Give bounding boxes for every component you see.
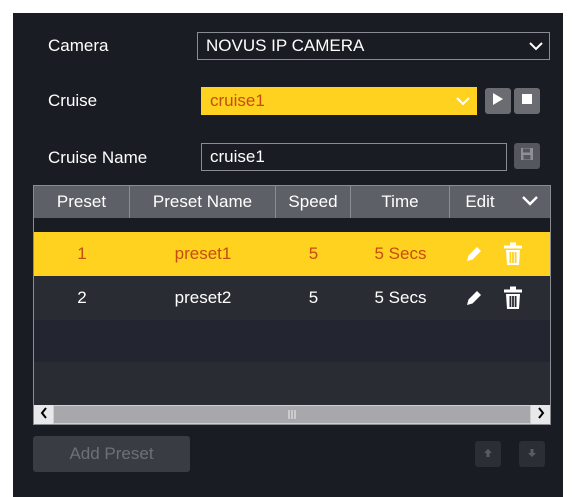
cruise-select[interactable]: cruise1	[201, 87, 477, 115]
column-menu-button[interactable]	[510, 186, 550, 218]
preset-number: 2	[77, 288, 87, 307]
trash-icon	[503, 286, 523, 314]
delete-preset-button[interactable]	[503, 242, 523, 271]
table-row[interactable]: 2 preset2 5 5 Secs	[34, 276, 550, 320]
arrow-up-icon	[483, 445, 493, 463]
add-preset-button[interactable]: Add Preset	[33, 436, 190, 472]
scroll-left-button[interactable]	[34, 405, 53, 424]
stop-icon	[521, 92, 533, 110]
grip-icon	[288, 406, 296, 424]
play-cruise-button[interactable]	[485, 88, 511, 114]
move-down-button[interactable]	[519, 441, 545, 467]
cruise-name-value: cruise1	[210, 147, 265, 166]
column-header-preset: Preset	[34, 186, 130, 218]
preset-name: preset2	[174, 288, 232, 307]
preset-speed: 5	[308, 288, 319, 307]
cruise-label: Cruise	[48, 91, 98, 110]
chevron-down-icon	[522, 193, 538, 211]
scrollbar-thumb[interactable]	[54, 406, 530, 423]
empty-row	[34, 362, 550, 405]
preset-number: 1	[77, 244, 87, 263]
save-icon	[520, 147, 534, 166]
cruise-select-value: cruise1	[210, 91, 265, 110]
horizontal-scrollbar[interactable]	[34, 405, 550, 424]
column-header-edit: Edit	[465, 192, 495, 211]
column-header-preset-name: Preset Name	[130, 186, 276, 218]
edit-preset-button[interactable]	[464, 244, 484, 269]
pencil-icon	[464, 291, 484, 312]
empty-row	[34, 320, 550, 362]
preset-speed: 5	[308, 244, 319, 263]
preset-time: 5 Secs	[374, 288, 427, 307]
arrow-down-icon	[527, 445, 537, 463]
move-up-button[interactable]	[475, 441, 501, 467]
edit-preset-button[interactable]	[464, 288, 484, 313]
column-header-time: Time	[351, 186, 450, 218]
play-icon	[492, 92, 504, 111]
camera-select[interactable]: NOVUS IP CAMERA	[197, 32, 550, 60]
chevron-left-icon	[40, 406, 48, 424]
preset-time: 5 Secs	[374, 244, 427, 263]
preset-name: preset1	[174, 244, 232, 263]
pencil-icon	[464, 247, 484, 268]
trash-icon	[503, 242, 523, 270]
cruise-name-label: Cruise Name	[48, 148, 148, 167]
delete-preset-button[interactable]	[503, 286, 523, 315]
save-cruise-name-button[interactable]	[514, 143, 540, 169]
chevron-down-icon	[529, 33, 543, 59]
cruise-name-input[interactable]: cruise1	[201, 143, 507, 171]
table-row[interactable]: 1 preset1 5 5 Secs	[34, 232, 550, 276]
scroll-right-button[interactable]	[531, 405, 550, 424]
chevron-down-icon	[456, 88, 470, 114]
stop-cruise-button[interactable]	[514, 88, 540, 114]
camera-select-value: NOVUS IP CAMERA	[206, 36, 365, 55]
chevron-right-icon	[537, 406, 545, 424]
column-header-speed: Speed	[276, 186, 351, 218]
camera-label: Camera	[48, 36, 109, 55]
table-header: Preset Preset Name Speed Time Edit	[34, 186, 550, 218]
presets-table: Preset Preset Name Speed Time Edit 1 pre…	[33, 185, 551, 425]
